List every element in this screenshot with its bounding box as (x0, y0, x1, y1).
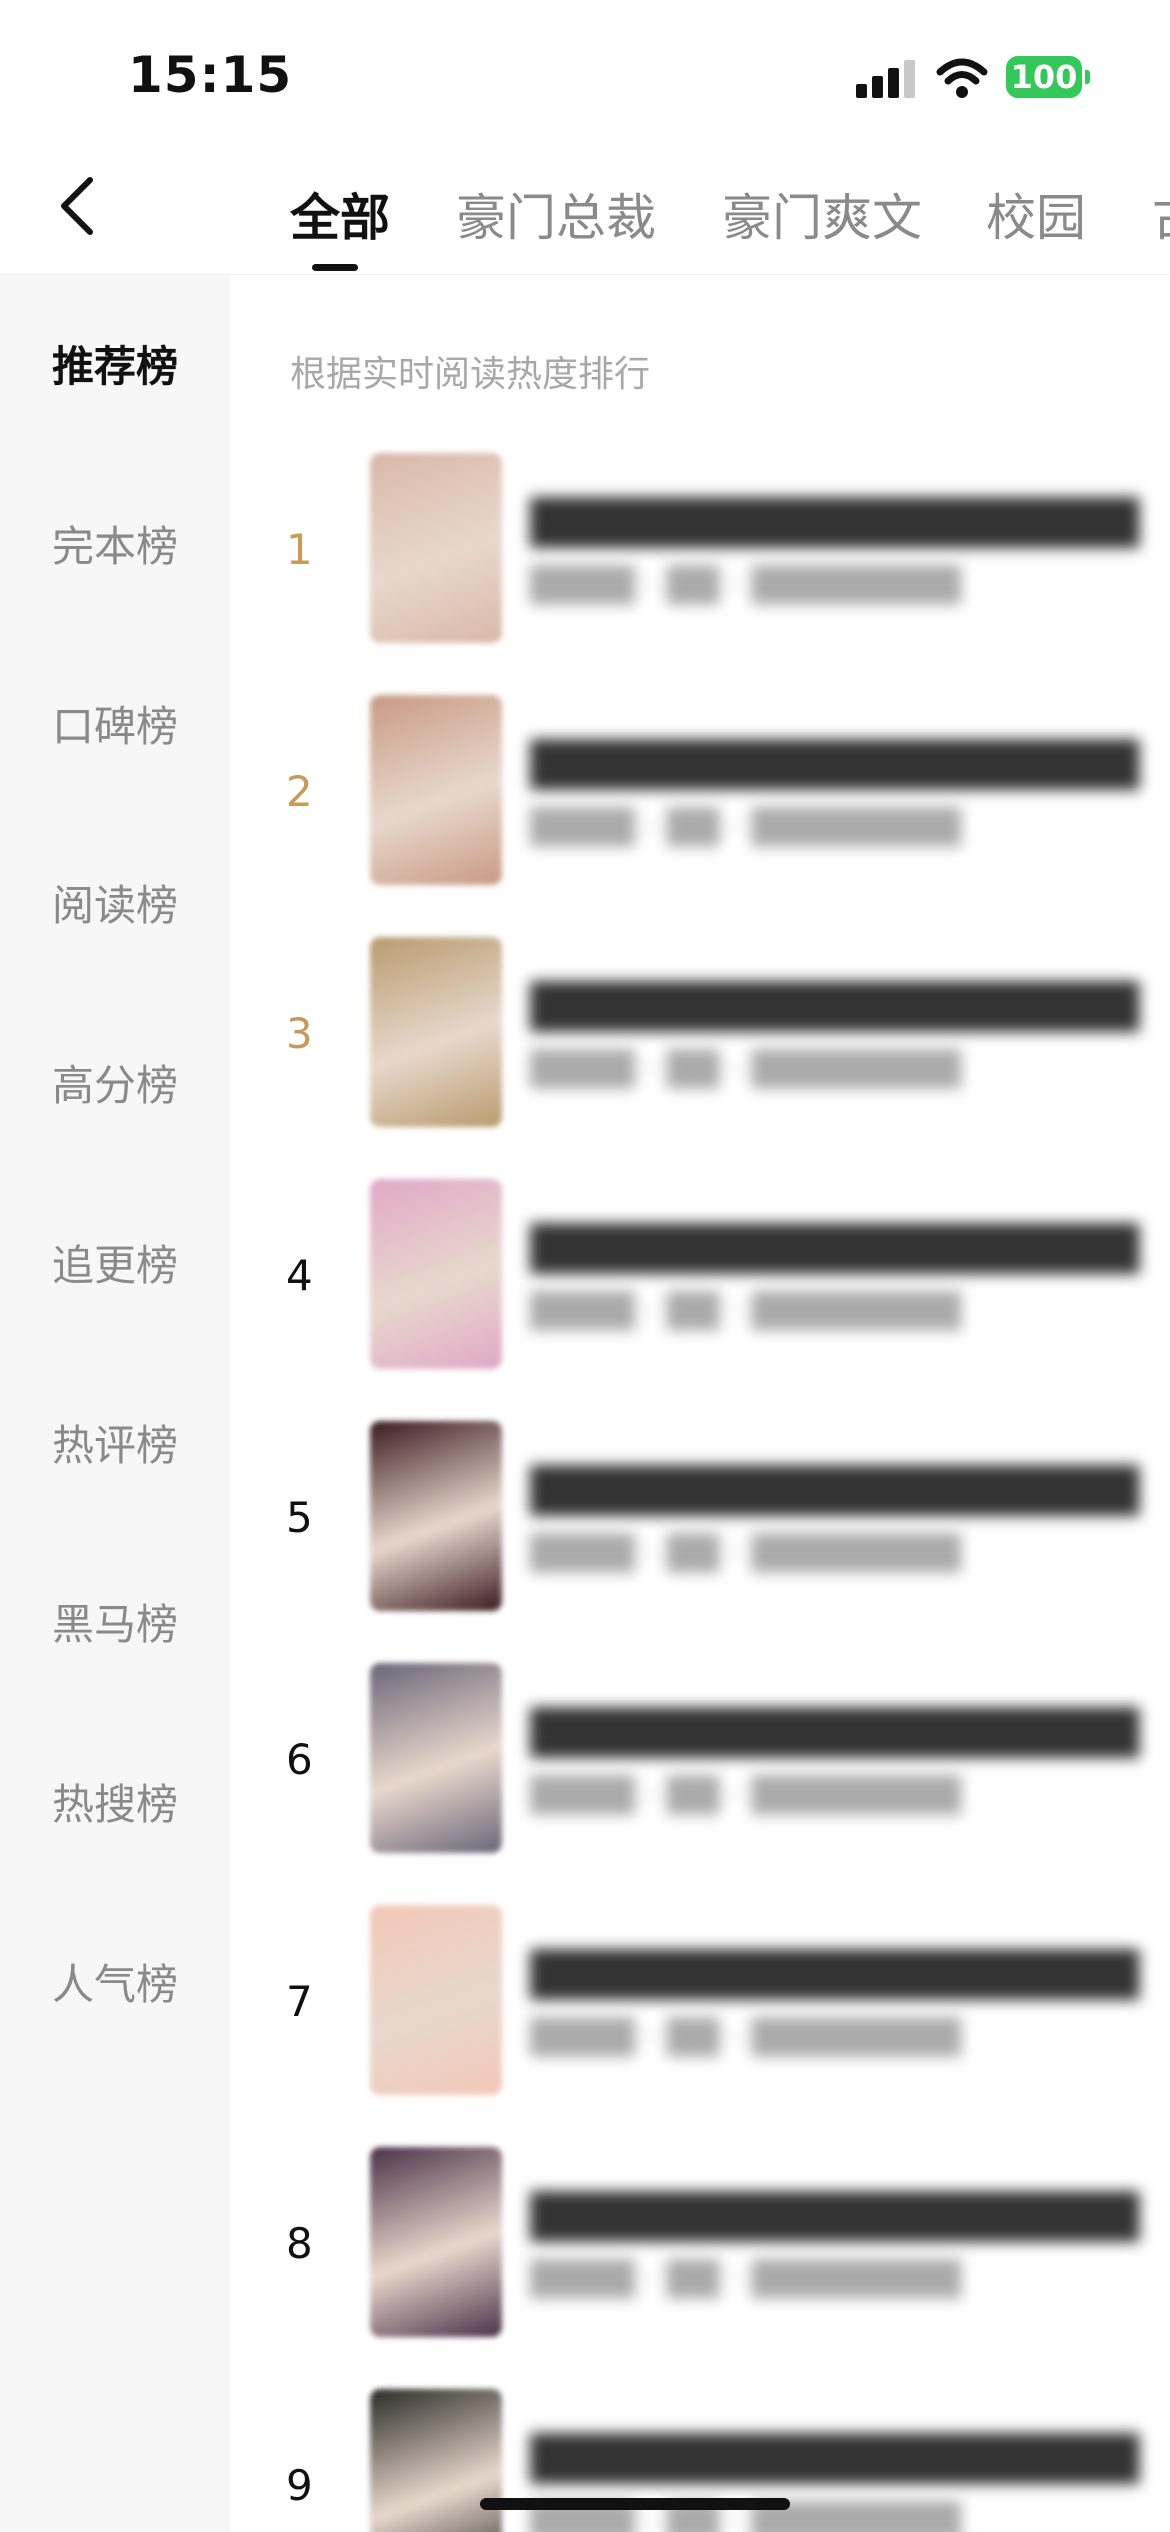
tab-rich-family[interactable]: 豪门爽文 (722, 178, 922, 250)
book-row[interactable]: 6 ██████████████████ ████ · ██ · ████████ (230, 1663, 1170, 1863)
book-meta: ████ · ██ · ████████ (530, 1291, 961, 1331)
list-subtitle: 根据实时阅读热度排行 (290, 354, 651, 395)
battery-cap (1085, 70, 1090, 84)
sidebar-item-recommend[interactable]: 推荐榜 (0, 333, 230, 394)
book-cover[interactable] (370, 1179, 502, 1369)
book-row[interactable]: 8 ██████████████████ ████ · ██ · ████████ (230, 2147, 1170, 2347)
tab-campus[interactable]: 校园 (986, 178, 1086, 250)
book-title[interactable]: ██████████████████ (530, 1707, 1150, 1758)
book-cover[interactable] (370, 1905, 502, 2095)
book-row[interactable]: 1 ██████████████████ ████ · ██ · ████████ (230, 453, 1170, 653)
book-meta: ████ · ██ · ████████ (530, 1775, 961, 1815)
book-meta: ████ · ██ · ████████ (530, 565, 961, 605)
rank-number: 6 (286, 1735, 313, 1784)
book-title[interactable]: ██████████████████ (530, 981, 1150, 1032)
rank-number: 7 (286, 1977, 313, 2026)
book-title[interactable]: ██████████████████ (530, 1465, 1150, 1516)
status-bar: 15:15 100 (0, 0, 1170, 150)
book-row[interactable]: 7 ██████████████████ ████ · ██ · ████████ (230, 1905, 1170, 2105)
sidebar-item-hot-comments[interactable]: 热评榜 (0, 1412, 230, 1473)
book-cover[interactable] (370, 453, 502, 643)
rank-number: 1 (286, 525, 313, 574)
category-tabs: 全部 豪门总裁 豪门爽文 校园 古 (290, 150, 1170, 274)
cellular-signal-icon (856, 60, 918, 98)
book-meta: ████ · ██ · ████████ (530, 1049, 961, 1089)
sidebar-item-high-score[interactable]: 高分榜 (0, 1052, 230, 1113)
tab-ceo[interactable]: 豪门总裁 (456, 178, 656, 250)
status-time: 15:15 (128, 46, 293, 104)
book-cover[interactable] (370, 937, 502, 1127)
home-indicator (480, 2498, 790, 2510)
sidebar-item-completed[interactable]: 完本榜 (0, 513, 230, 574)
book-cover[interactable] (370, 2147, 502, 2337)
active-tab-indicator (312, 264, 358, 271)
rank-number: 4 (286, 1251, 313, 1300)
book-title[interactable]: ██████████████████ (530, 2433, 1150, 2484)
book-title[interactable]: ██████████████████ (530, 2191, 1150, 2242)
sidebar-item-hot-search[interactable]: 热搜榜 (0, 1771, 230, 1832)
ranking-sidebar: 推荐榜 完本榜 口碑榜 阅读榜 高分榜 追更榜 热评榜 黑马榜 热搜榜 人气榜 (0, 275, 230, 2532)
book-title[interactable]: ██████████████████ (530, 739, 1150, 790)
ranking-list: 根据实时阅读热度排行 1 ██████████████████ ████ · ██ … (230, 275, 1170, 2532)
book-cover[interactable] (370, 2389, 502, 2532)
book-cover[interactable] (370, 1663, 502, 1853)
book-cover[interactable] (370, 1421, 502, 1611)
book-meta: ████ · ██ · ████████ (530, 2017, 961, 2057)
rank-number: 2 (286, 767, 313, 816)
book-title[interactable]: ██████████████████ (530, 497, 1150, 548)
book-row[interactable]: 2 ██████████████████ ████ · ██ · ████████ (230, 695, 1170, 895)
top-nav: 全部 豪门总裁 豪门爽文 校园 古 (0, 150, 1170, 275)
book-title[interactable]: ██████████████████ (530, 1223, 1150, 1274)
rank-number: 8 (286, 2219, 313, 2268)
sidebar-item-updating[interactable]: 追更榜 (0, 1232, 230, 1293)
book-row[interactable]: 9 ██████████████████ ████ · ██ · ████████ (230, 2389, 1170, 2532)
rank-number: 3 (286, 1009, 313, 1058)
book-meta: ████ · ██ · ████████ (530, 807, 961, 847)
book-meta: ████ · ██ · ████████ (530, 1533, 961, 1573)
sidebar-item-reputation[interactable]: 口碑榜 (0, 693, 230, 754)
book-title[interactable]: ██████████████████ (530, 1949, 1150, 2000)
book-row[interactable]: 5 ██████████████████ ████ · ██ · ████████ (230, 1421, 1170, 1621)
book-meta: ████ · ██ · ████████ (530, 2259, 961, 2299)
wifi-icon (936, 58, 988, 98)
book-row[interactable]: 3 ██████████████████ ████ · ██ · ████████ (230, 937, 1170, 1137)
tab-ancient[interactable]: 古 (1152, 178, 1170, 250)
rank-number: 9 (286, 2461, 313, 2510)
sidebar-item-reading[interactable]: 阅读榜 (0, 872, 230, 933)
battery-icon: 100 (1006, 56, 1082, 98)
rank-number: 5 (286, 1493, 313, 1542)
sidebar-item-popularity[interactable]: 人气榜 (0, 1951, 230, 2012)
book-cover[interactable] (370, 695, 502, 885)
back-arrow-icon[interactable] (50, 174, 110, 238)
sidebar-item-dark-horse[interactable]: 黑马榜 (0, 1591, 230, 1652)
book-row[interactable]: 4 ██████████████████ ████ · ██ · ████████ (230, 1179, 1170, 1379)
tab-all[interactable]: 全部 (290, 178, 390, 250)
